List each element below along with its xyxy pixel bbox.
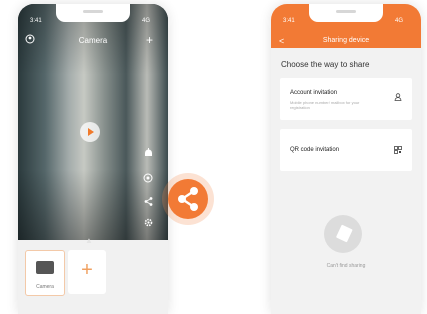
user-icon [394,93,402,103]
plus-icon[interactable]: + [146,34,153,46]
phone-notch [309,4,383,22]
settings-icon[interactable] [142,218,154,229]
option-subtitle: Mobile phone number/ mailbox for your re… [290,100,360,110]
option-title: Account invitation [290,90,338,96]
camera-phone-screen: 3:41 4G Camera + ▲ Camera + [18,4,168,314]
add-icon: + [81,259,93,281]
play-button[interactable] [80,122,100,142]
option-title: QR code invitation [290,147,340,153]
empty-state-icon [324,215,362,253]
account-invitation-option[interactable]: Account invitation Mobile phone number/ … [280,78,412,120]
alarm-icon[interactable] [142,148,154,159]
status-network: 4G [395,18,404,24]
status-time: 3:41 [30,18,42,24]
device-tile-camera[interactable]: Camera [25,250,65,296]
location-icon[interactable] [142,173,154,185]
empty-state-text: Can't find sharing [326,263,366,269]
qr-code-icon [394,146,402,156]
share-icon [178,187,198,211]
page-title: Sharing device [322,37,370,44]
status-network: 4G [142,18,151,24]
chevron-up-icon[interactable]: ▲ [85,236,93,245]
phone-notch [56,4,130,22]
camera-icon [36,261,54,274]
status-time: 3:41 [283,18,295,24]
share-fab[interactable] [162,173,214,225]
device-label: Camera [36,284,54,290]
share-fab-inner [168,179,208,219]
sharing-phone-screen: 3:41 4G < Sharing device Choose the way … [271,4,421,314]
section-heading: Choose the way to share [281,60,370,69]
qr-code-invitation-option[interactable]: QR code invitation [280,129,412,171]
camera-header: Camera + [18,34,168,52]
share-icon[interactable] [142,197,154,208]
add-device-tile[interactable]: + [68,250,106,294]
